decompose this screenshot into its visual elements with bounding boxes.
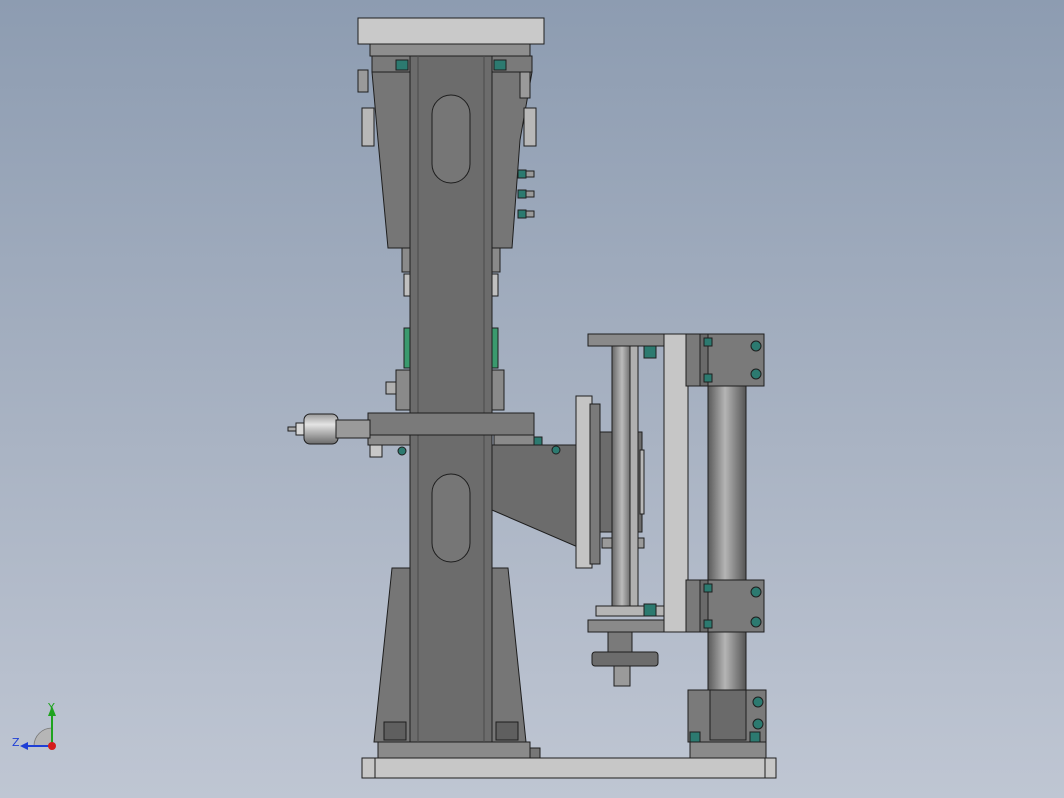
upper-slot [431,94,471,184]
lower-slot [431,473,471,563]
base-plate [361,739,777,779]
guide-column-right [685,333,767,743]
x-axis-dot [48,742,56,750]
side-bolts-upper [517,169,535,219]
cad-viewport[interactable]: Y Z [0,0,1064,798]
machine-assembly [287,17,777,779]
orientation-triad[interactable]: Y Z [12,701,56,750]
main-column [409,55,493,743]
motor-micrometer [287,413,371,445]
z-axis-label: Z [12,736,20,749]
angled-arm [491,444,587,549]
model-drawing: Y Z [12,17,777,779]
y-axis-label: Y [47,701,55,714]
